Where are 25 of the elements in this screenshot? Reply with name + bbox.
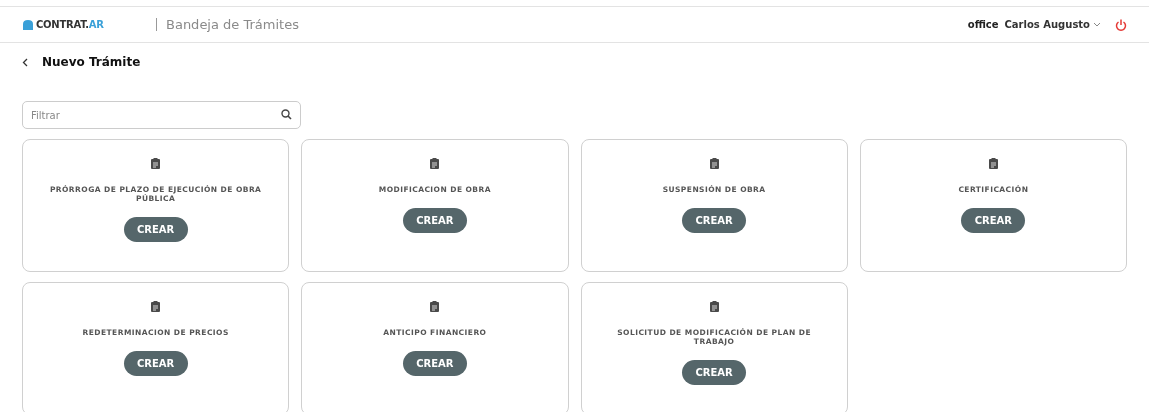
create-button[interactable]: CREAR xyxy=(402,208,467,233)
role-label: office xyxy=(967,18,999,32)
clipboard-icon xyxy=(430,158,440,169)
back-icon[interactable] xyxy=(22,57,28,67)
page-header-title: Bandeja de Trámites xyxy=(166,15,299,34)
create-button[interactable]: CREAR xyxy=(682,208,747,233)
create-button[interactable]: CREAR xyxy=(123,217,188,242)
clipboard-icon xyxy=(709,301,719,312)
create-button[interactable]: CREAR xyxy=(682,360,747,385)
logo-icon xyxy=(22,18,34,31)
create-button[interactable]: CREAR xyxy=(961,208,1026,233)
user-menu[interactable]: Carlos Augusto xyxy=(1004,17,1101,32)
clipboard-icon xyxy=(988,158,998,169)
clipboard-icon xyxy=(151,301,161,312)
filter-field[interactable]: Filtrar xyxy=(22,101,301,129)
clipboard-icon xyxy=(709,158,719,169)
power-icon[interactable] xyxy=(1115,18,1127,31)
create-button[interactable]: CREAR xyxy=(123,351,188,376)
page-title: Nuevo Trámite xyxy=(42,54,141,71)
clipboard-icon xyxy=(430,301,440,312)
clipboard-icon xyxy=(151,158,161,169)
logo-text: CONTRAT.AR xyxy=(36,18,104,32)
create-button[interactable]: CREAR xyxy=(402,351,467,376)
chevron-icon xyxy=(1093,21,1101,28)
search-icon xyxy=(281,109,292,120)
